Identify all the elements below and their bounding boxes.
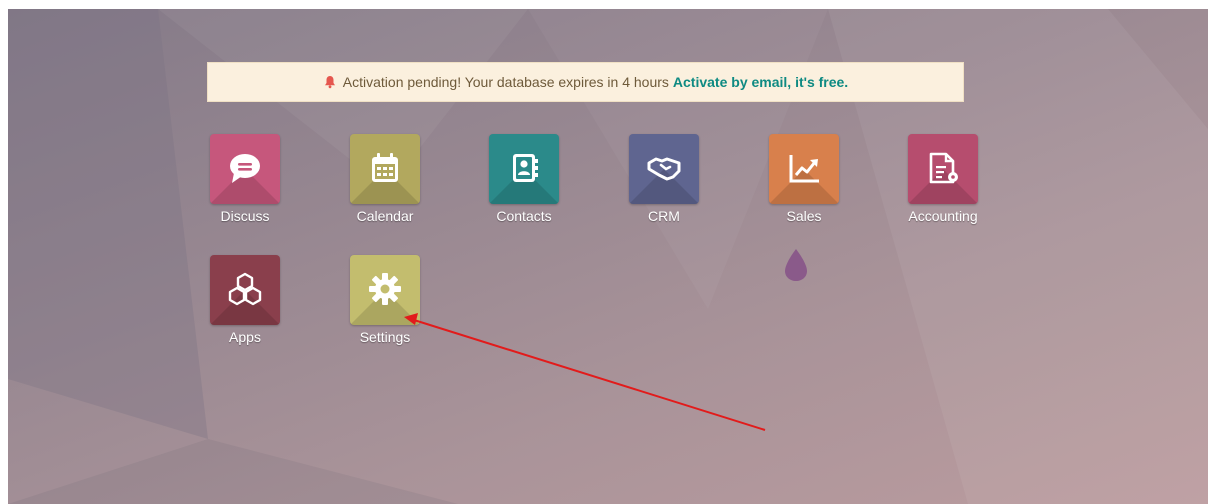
app-apps[interactable]: Apps (195, 255, 295, 345)
app-label-settings: Settings (359, 329, 411, 345)
loading-droplet-icon (785, 249, 807, 281)
discuss-tile[interactable] (210, 134, 280, 204)
handshake-icon (647, 157, 681, 181)
app-crm[interactable]: CRM (614, 134, 714, 224)
calendar-tile[interactable] (350, 134, 420, 204)
invoice-gear-icon (929, 152, 958, 184)
app-label-sales: Sales (786, 208, 822, 224)
cubes-icon (228, 272, 262, 306)
app-label-apps: Apps (229, 329, 261, 345)
chat-bubble-icon (230, 154, 260, 183)
app-label-crm: CRM (648, 208, 680, 224)
app-discuss[interactable]: Discuss (195, 134, 295, 224)
trending-chart-icon (789, 155, 819, 183)
activation-message: Activation pending! Your database expire… (342, 74, 669, 90)
app-label-contacts: Contacts (496, 208, 552, 224)
app-accounting[interactable]: Accounting (893, 134, 993, 224)
app-label-calendar: Calendar (356, 208, 414, 224)
app-sales[interactable]: Sales (754, 134, 854, 224)
activation-banner: Activation pending! Your database expire… (207, 62, 964, 102)
app-settings[interactable]: Settings (335, 255, 435, 345)
contacts-tile[interactable] (489, 134, 559, 204)
app-label-discuss: Discuss (220, 208, 270, 224)
settings-tile[interactable] (350, 255, 420, 325)
gear-icon (369, 273, 401, 305)
apps-tile[interactable] (210, 255, 280, 325)
calendar-icon (372, 153, 398, 182)
bell-icon (324, 76, 335, 89)
app-contacts[interactable]: Contacts (474, 134, 574, 224)
crm-tile[interactable] (629, 134, 699, 204)
address-book-icon (513, 154, 538, 182)
app-label-accounting: Accounting (908, 208, 978, 224)
activate-by-email-link[interactable]: Activate by email, it's free. (673, 74, 848, 90)
accounting-tile[interactable] (908, 134, 978, 204)
sales-tile[interactable] (769, 134, 839, 204)
app-calendar[interactable]: Calendar (335, 134, 435, 224)
